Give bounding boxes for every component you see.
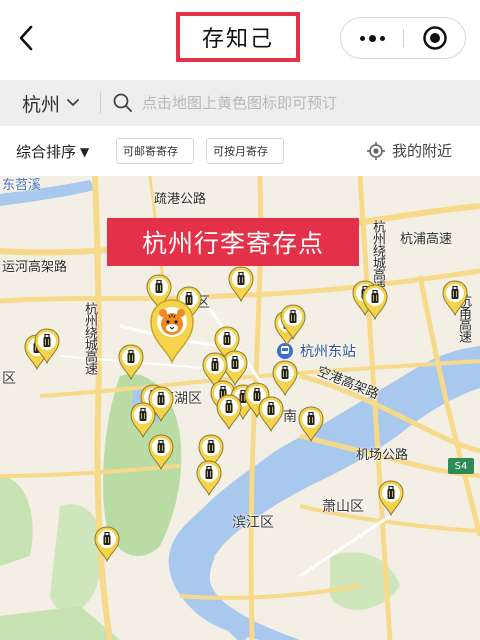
map-label-keqiao: 区 bbox=[2, 371, 16, 387]
filter-bar: 综合排序 ▼ 可邮寄寄存 可按月寄存 我的附近 bbox=[0, 128, 480, 176]
luggage-pin-icon[interactable] bbox=[196, 460, 222, 497]
nearby-label: 我的附近 bbox=[392, 142, 453, 160]
title-bar: 存知己 bbox=[0, 0, 480, 76]
chevron-down-icon bbox=[67, 99, 79, 107]
map-label-shuguang: 疏港公路 bbox=[154, 192, 207, 207]
luggage-pin-icon[interactable] bbox=[148, 434, 174, 471]
target-close-icon bbox=[423, 26, 447, 50]
back-button[interactable] bbox=[16, 22, 38, 54]
page-title: 存知己 bbox=[201, 27, 274, 52]
luggage-pin-icon[interactable] bbox=[378, 480, 404, 517]
search-divider bbox=[100, 92, 101, 114]
luggage-pin-icon[interactable] bbox=[118, 344, 144, 381]
chip-mail-storage[interactable]: 可邮寄寄存 bbox=[116, 138, 194, 164]
search-icon bbox=[113, 93, 132, 112]
luggage-pin-icon[interactable] bbox=[216, 394, 242, 431]
map-label-yunhe: 运河高架路 bbox=[2, 260, 68, 275]
luggage-pin-icon[interactable] bbox=[258, 396, 284, 433]
mini-program-capsule bbox=[340, 17, 466, 59]
map-label-dongshou: 东苕溪 bbox=[2, 178, 42, 193]
search-bar: 杭州 bbox=[0, 80, 480, 126]
chevron-left-icon bbox=[19, 25, 33, 51]
capsule-divider bbox=[403, 29, 404, 47]
tiger-marker-icon[interactable] bbox=[149, 298, 195, 364]
title-highlight-box: 存知己 bbox=[176, 12, 300, 62]
luggage-pin-icon[interactable] bbox=[272, 360, 298, 397]
nearby-button[interactable]: 我的附近 bbox=[366, 140, 452, 161]
map-label-shangcheng: 南 bbox=[283, 409, 297, 425]
close-button[interactable] bbox=[405, 18, 465, 58]
map-label-xiaoshan: 萧山区 bbox=[322, 499, 364, 515]
map-label-binjiang: 滨江区 bbox=[232, 515, 274, 531]
luggage-pin-icon[interactable] bbox=[298, 406, 324, 443]
city-label: 杭州 bbox=[22, 93, 61, 116]
search-input[interactable] bbox=[142, 88, 462, 118]
luggage-pin-icon[interactable] bbox=[442, 280, 468, 317]
city-selector[interactable]: 杭州 bbox=[22, 90, 80, 116]
sort-dropdown[interactable]: 综合排序 ▼ bbox=[16, 141, 89, 162]
s4-route-shield: S4 bbox=[448, 458, 474, 474]
chip-monthly-storage[interactable]: 可按月寄存 bbox=[206, 138, 284, 164]
luggage-pin-icon[interactable] bbox=[130, 402, 156, 439]
map-label-jichang: 机场公路 bbox=[356, 448, 409, 463]
more-button[interactable] bbox=[341, 18, 403, 58]
luggage-pin-icon[interactable] bbox=[280, 304, 306, 341]
map-label-hangzhou-east: 杭州东站 bbox=[300, 344, 356, 360]
luggage-pin-icon[interactable] bbox=[228, 266, 254, 303]
luggage-pin-icon[interactable] bbox=[94, 526, 120, 563]
sort-arrow-icon: ▼ bbox=[80, 144, 90, 159]
more-dots-icon bbox=[359, 34, 385, 42]
luggage-pin-icon[interactable] bbox=[362, 284, 388, 321]
map-label-hangpu: 杭浦高速 bbox=[400, 232, 453, 247]
luggage-pin-icon[interactable] bbox=[34, 328, 60, 365]
map-label-hangzhou-rao: 杭州绕城高速 bbox=[82, 302, 97, 374]
sort-label: 综合排序 bbox=[16, 143, 77, 161]
map-banner: 杭州行李寄存点 bbox=[107, 218, 359, 266]
locate-icon bbox=[367, 141, 385, 160]
map-view[interactable]: 东苕溪 疏港公路 运河高架路 杭州绕城高速 杭浦高速 杭甬高速 杭州绕城高速 杭… bbox=[0, 176, 480, 640]
